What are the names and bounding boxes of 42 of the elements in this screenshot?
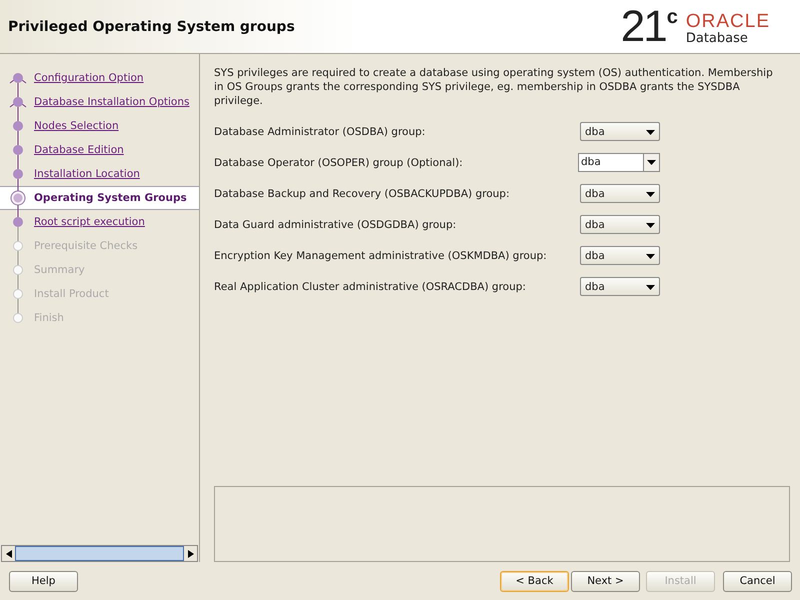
step-link: Prerequisite Checks (34, 240, 138, 252)
caret-icon (646, 284, 655, 290)
wizard-button[interactable]: Help (9, 570, 78, 592)
wizard-button[interactable]: Next > (571, 570, 640, 592)
scroll-thumb[interactable] (15, 546, 184, 561)
caret-icon (646, 254, 655, 258)
horizontal-scrollbar[interactable] (1, 545, 198, 562)
logo-superscript: c (666, 6, 678, 26)
page-title: Privileged Operating System groups (8, 18, 295, 34)
field-label: Database Administrator (OSDBA) group: (214, 126, 426, 138)
logo-product: Database (686, 30, 749, 46)
group-dropdown[interactable]: dba (580, 215, 660, 234)
group-dropdown[interactable]: dba (580, 122, 660, 141)
field-label: Encryption Key Management administrative (OSKMDBA) group: (214, 250, 547, 262)
group-dropdown[interactable]: dba (580, 246, 660, 265)
group-dropdown[interactable]: dba (580, 277, 660, 296)
scroll-left-icon[interactable] (2, 546, 15, 561)
step-link[interactable]: Root script execution (34, 216, 145, 228)
wizard-button[interactable]: < Back (500, 570, 569, 592)
step-link[interactable]: Nodes Selection (34, 120, 119, 132)
scroll-right-icon[interactable] (184, 546, 197, 561)
step-link[interactable]: Configuration Option (34, 72, 144, 84)
step-link[interactable]: Database Edition (34, 144, 124, 156)
field-label: Data Guard administrative (OSDGDBA) group: (214, 218, 456, 230)
group-combo-box[interactable]: dba (578, 153, 660, 172)
step-link: Summary (34, 264, 85, 276)
step-link: Install Product (34, 288, 109, 300)
logo-brand: ORACLE (686, 12, 770, 30)
wizard-button[interactable]: Cancel (723, 570, 792, 592)
step-link[interactable]: Installation Location (34, 168, 140, 180)
field-label: Database Operator (OSOPER) group (Optional): (214, 156, 463, 168)
caret-icon (647, 160, 656, 165)
description-text: SYS privileges are required to create a database using operating system (OS) authentication. Membership in OS Groups grants the corresponding SYS privilege, eg. membership in OSDBA grants the SYSDBA privilege. (214, 66, 774, 108)
caret-icon (646, 222, 655, 228)
field-label: Real Application Cluster administrative (OSRACDBA) group: (214, 280, 526, 292)
step-link[interactable]: Database Installation Options (34, 96, 190, 108)
step-link: Finish (34, 312, 64, 324)
logo-version: 21 (620, 6, 666, 46)
caret-icon (646, 130, 655, 134)
field-label: Database Backup and Recovery (OSBACKUPDBA) group: (214, 188, 510, 200)
group-dropdown[interactable]: dba (580, 184, 660, 203)
caret-icon (646, 192, 655, 196)
